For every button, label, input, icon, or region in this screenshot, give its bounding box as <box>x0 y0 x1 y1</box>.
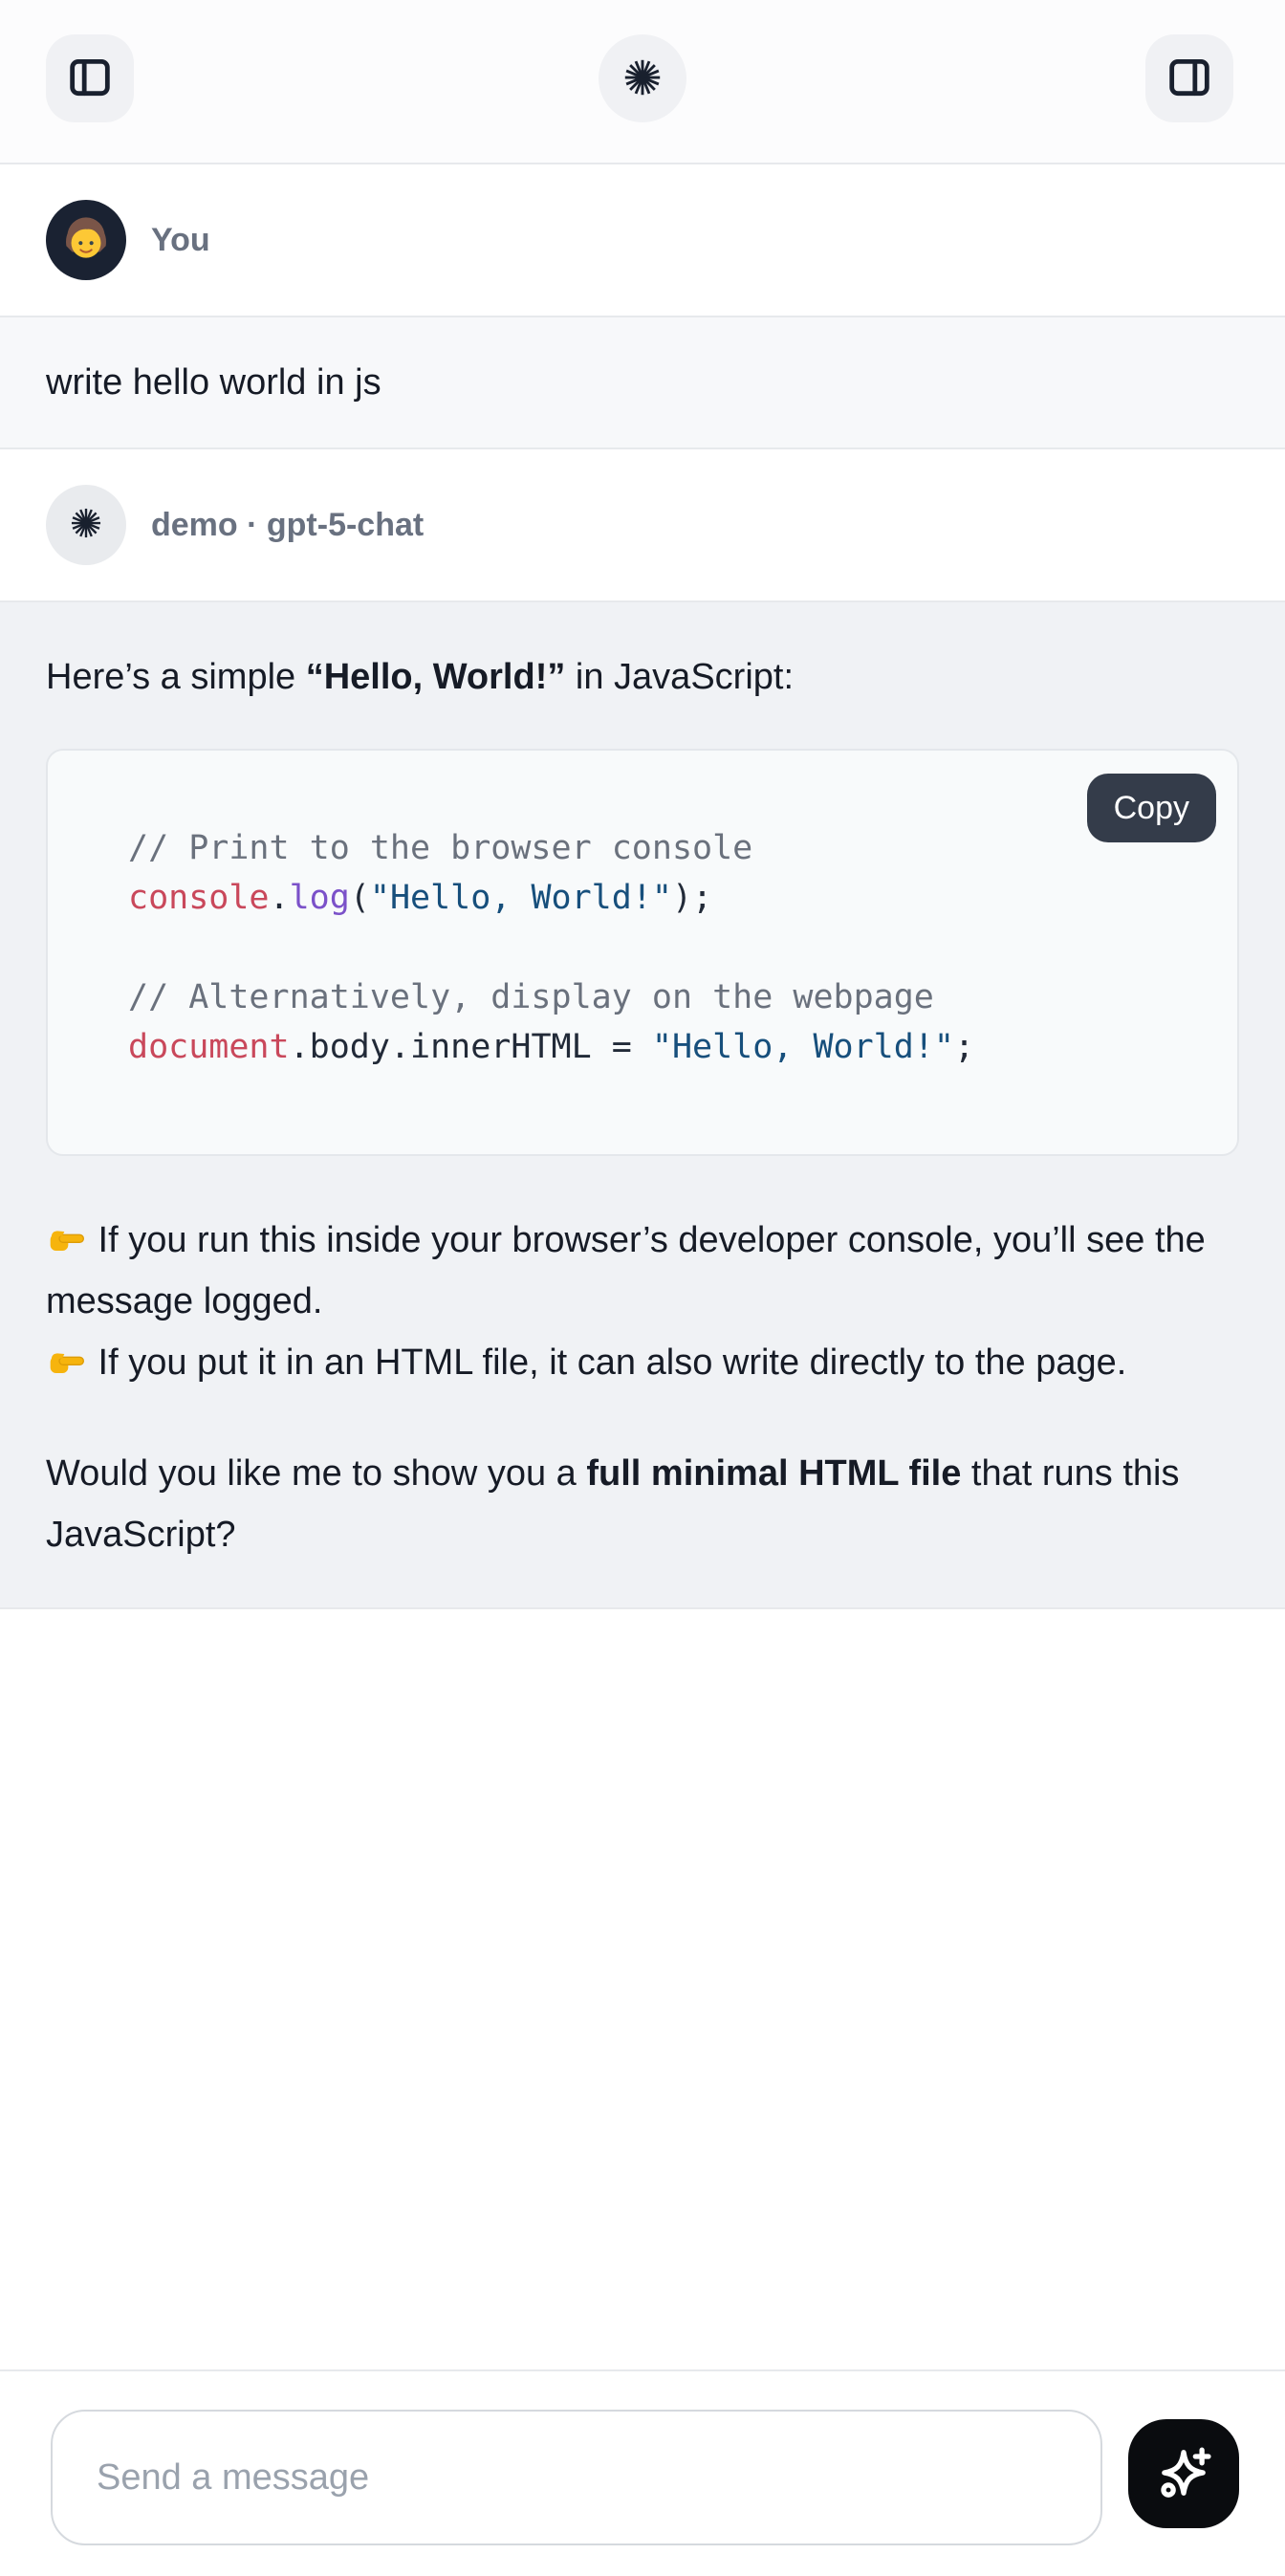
chat-scroll-area: You write hello world in js demo · gpt-5… <box>0 164 1285 1609</box>
panel-left-icon <box>66 54 114 104</box>
assistant-sender-row: demo · gpt-5-chat <box>0 449 1285 600</box>
user-sender-row: You <box>0 164 1285 316</box>
starburst-icon <box>68 505 104 546</box>
message-input[interactable] <box>51 2410 1102 2545</box>
code-block: Copy // Print to the browser consolecons… <box>46 749 1239 1156</box>
send-button[interactable] <box>1128 2419 1239 2528</box>
starburst-rays <box>625 59 660 94</box>
assistant-intro-text: Here’s a simple “Hello, World!” in JavaS… <box>46 646 1239 708</box>
assistant-paragraph-tips: If you run this inside your browser’s de… <box>46 1210 1239 1393</box>
code-line: console.log("Hello, World!"); <box>128 873 1209 923</box>
assistant-avatar <box>46 485 126 565</box>
starburst-icon <box>621 55 664 102</box>
user-sender-label: You <box>151 222 210 259</box>
sparkles-icon <box>1151 2440 1216 2508</box>
assistant-paragraph-question: Would you like me to show you a full min… <box>46 1443 1239 1565</box>
assistant-message: Here’s a simple “Hello, World!” in JavaS… <box>0 600 1285 1609</box>
code-line: // Print to the browser console <box>128 823 1209 873</box>
user-message-text: write hello world in js <box>46 352 1239 413</box>
top-bar <box>0 0 1285 164</box>
assistant-sender-label: demo · gpt-5-chat <box>151 507 424 544</box>
model-button[interactable] <box>599 34 686 122</box>
right-panel-toggle-button[interactable] <box>1145 34 1233 122</box>
user-message: write hello world in js <box>0 316 1285 449</box>
pointing-right-emoji <box>46 1343 88 1383</box>
code-line <box>128 923 1209 972</box>
panel-right-icon <box>1165 54 1213 104</box>
composer-bar <box>0 2369 1285 2576</box>
sidebar-toggle-button[interactable] <box>46 34 134 122</box>
code-content: // Print to the browser consoleconsole.l… <box>48 751 1237 1154</box>
pointing-right-emoji <box>46 1220 88 1260</box>
code-line: document.body.innerHTML = "Hello, World!… <box>128 1022 1209 1072</box>
user-avatar <box>46 200 126 280</box>
person-emoji-icon <box>54 207 118 274</box>
code-line: // Alternatively, display on the webpage <box>128 972 1209 1022</box>
copy-button[interactable]: Copy <box>1087 774 1216 842</box>
